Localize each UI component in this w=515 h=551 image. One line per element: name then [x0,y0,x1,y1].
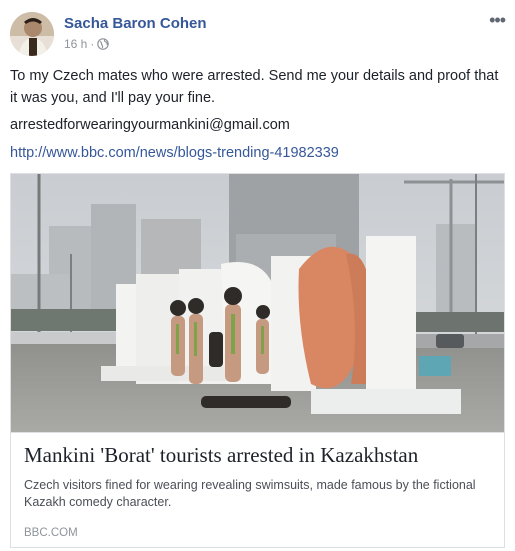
post-header: Sacha Baron Cohen 16 h · ••• [10,10,506,58]
post-timestamp[interactable]: 16 h [64,37,87,51]
card-image[interactable] [11,174,504,432]
post-text: To my Czech mates who were arrested. Sen… [10,68,499,106]
author-name-link[interactable]: Sacha Baron Cohen [64,15,207,32]
post-url-link[interactable]: http://www.bbc.com/news/blogs-trending-4… [10,145,339,161]
card-title[interactable]: Mankini 'Borat' tourists arrested in Kaz… [24,443,494,468]
card-domain: BBC.COM [24,527,78,539]
link-preview-card[interactable]: Mankini 'Borat' tourists arrested in Kaz… [10,173,505,548]
card-info[interactable]: Mankini 'Borat' tourists arrested in Kaz… [11,432,504,548]
meta-separator: · [90,37,95,51]
author-avatar[interactable] [10,12,54,56]
card-description: Czech visitors fined for wearing reveali… [24,478,476,509]
post-meta: 16 h · [64,37,110,51]
more-options-icon[interactable]: ••• [489,10,506,31]
facebook-post: Sacha Baron Cohen 16 h · ••• To my Czech… [0,0,515,551]
post-email: arrestedforwearingyourmankini@gmail.com [10,117,290,133]
globe-icon[interactable] [97,38,110,50]
